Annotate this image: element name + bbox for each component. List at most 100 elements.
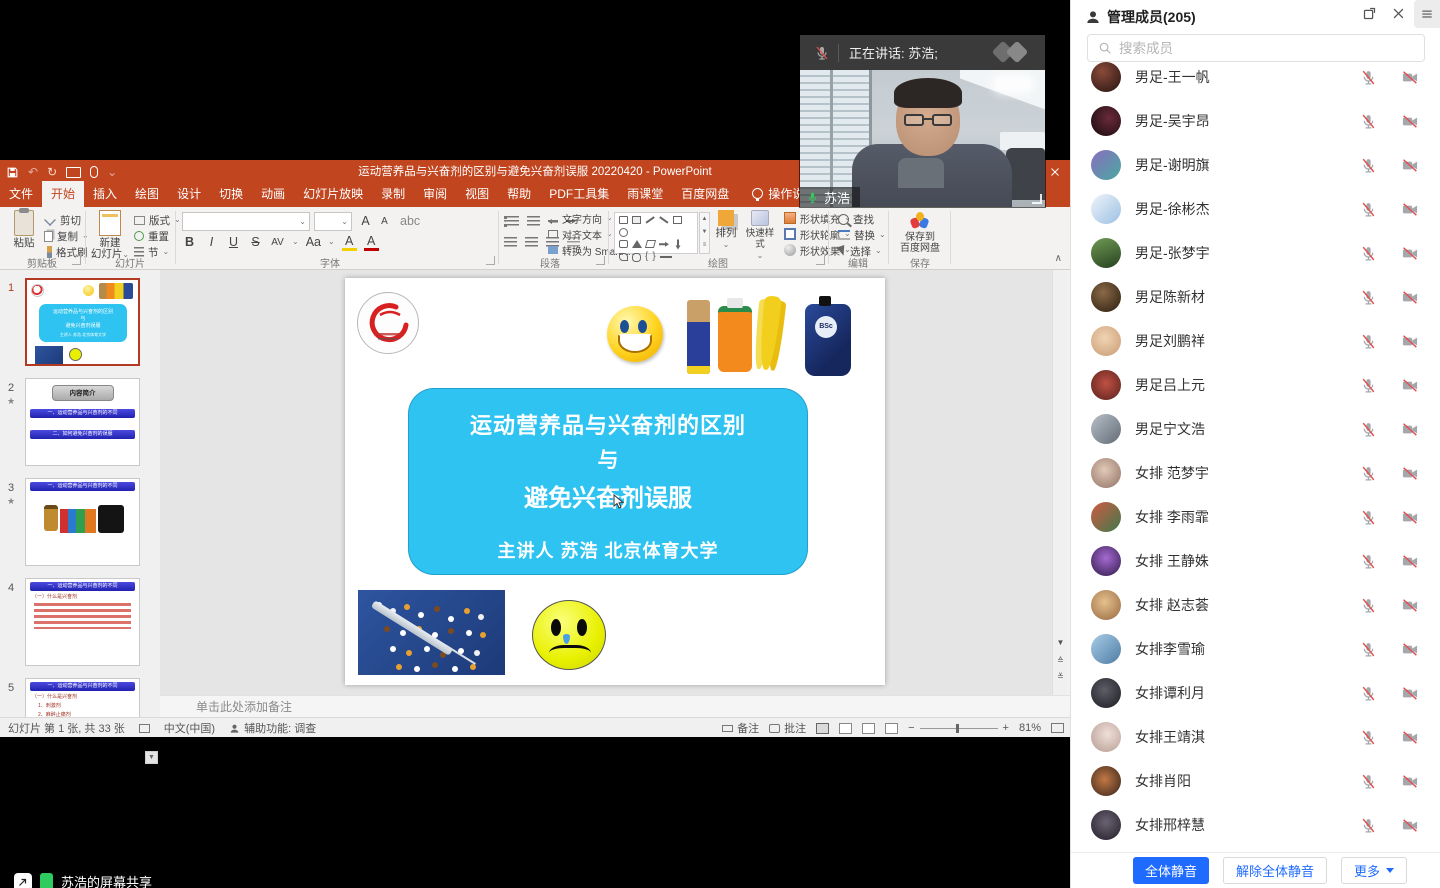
member-row[interactable]: 女排 赵志荟 (1071, 583, 1440, 627)
canvas-scrollbar[interactable]: ▼ ≙ ≚ (1052, 270, 1067, 717)
camera-off-icon[interactable] (1401, 377, 1419, 394)
slide-title-box[interactable]: 运动营养品与兴奋剂的区别 与 避免兴奋剂误服 主讲人 苏浩 北京体育大学 (408, 388, 808, 575)
find-button[interactable]: 查找 (838, 212, 874, 226)
slide-thumbnail-4[interactable]: 一、运动营养品与兴奋剂的不同 （一）什么是兴奋剂 (25, 578, 140, 666)
collapse-ribbon-button[interactable]: ∧ (1055, 253, 1062, 264)
mic-muted-icon[interactable] (1360, 377, 1377, 394)
member-row[interactable]: 男足陈新材 (1071, 275, 1440, 319)
tab-view[interactable]: 视图 (456, 181, 498, 207)
close-panel-icon[interactable] (1391, 6, 1406, 21)
screen-share-indicator[interactable]: 苏浩的屏幕共享 (14, 872, 152, 888)
tab-help[interactable]: 帮助 (498, 181, 540, 207)
tab-baidu-netdisk[interactable]: 百度网盘 (672, 181, 738, 207)
tab-record[interactable]: 录制 (372, 181, 414, 207)
zoom-slider[interactable]: − + (908, 722, 1009, 734)
mic-muted-icon[interactable] (1360, 553, 1377, 570)
mic-muted-icon[interactable] (1360, 685, 1377, 702)
slide-thumbnail-5[interactable]: 一、运动营养品与兴奋剂的不同 （一）什么是兴奋剂 1、刺激剂 2、麻醉止痛剂 (25, 678, 140, 717)
clear-formatting-button[interactable]: abc (400, 214, 420, 228)
align-center-icon[interactable] (525, 237, 538, 248)
tab-insert[interactable]: 插入 (84, 181, 126, 207)
language-indicator[interactable]: 中文(中国) (164, 720, 215, 736)
save-to-baidu-button[interactable]: 保存到 百度网盘 (898, 210, 942, 254)
previous-slide-button[interactable]: ≙ (1055, 656, 1066, 665)
slideshow-view-button[interactable] (885, 723, 898, 734)
popout-panel-icon[interactable] (1362, 6, 1377, 21)
overlay-resize-handle[interactable] (1032, 194, 1042, 204)
zoom-percentage[interactable]: 81% (1019, 722, 1041, 734)
replace-button[interactable]: 替换⌄ (838, 228, 886, 242)
shapes-gallery-scrollbar[interactable]: ▲▼≡ (699, 212, 710, 254)
numbering-icon[interactable] (527, 216, 540, 227)
camera-off-icon[interactable] (1401, 773, 1419, 790)
member-row[interactable]: 女排谭利月 (1071, 671, 1440, 715)
mic-muted-icon[interactable] (1360, 201, 1377, 218)
change-case-button[interactable]: Aa (306, 235, 321, 249)
mic-muted-icon[interactable] (1360, 289, 1377, 306)
camera-off-icon[interactable] (1401, 157, 1419, 174)
new-slide-button[interactable]: 新建 幻灯片⌄ (90, 210, 130, 254)
member-row[interactable]: 男足吕上元 (1071, 363, 1440, 407)
tab-pdf-tools[interactable]: PDF工具集 (540, 181, 618, 207)
mic-muted-icon[interactable] (1360, 113, 1377, 130)
member-row[interactable]: 男足刘鹏祥 (1071, 319, 1440, 363)
camera-off-icon[interactable] (1401, 817, 1419, 834)
camera-off-icon[interactable] (1401, 597, 1419, 614)
camera-off-icon[interactable] (1401, 421, 1419, 438)
bold-button[interactable]: B (182, 235, 197, 249)
tab-review[interactable]: 审阅 (414, 181, 456, 207)
tab-home[interactable]: 开始 (42, 181, 84, 207)
notes-pane[interactable]: 单击此处添加备注 (160, 695, 1070, 717)
reset-button[interactable]: 重置 (134, 229, 169, 243)
camera-off-icon[interactable] (1401, 69, 1419, 86)
mic-muted-icon[interactable] (1360, 69, 1377, 86)
camera-off-icon[interactable] (1401, 289, 1419, 306)
tab-yuketang[interactable]: 雨课堂 (618, 181, 672, 207)
slide-thumbnail-3[interactable]: 一、运动营养品与兴奋剂的不同 (25, 478, 140, 566)
shapes-gallery[interactable]: {} (614, 212, 698, 254)
character-spacing-button[interactable]: AV (270, 237, 285, 248)
tab-draw[interactable]: 绘图 (126, 181, 168, 207)
mute-all-button[interactable]: 全体静音 (1133, 857, 1209, 884)
bullets-icon[interactable] (504, 216, 519, 227)
member-row[interactable]: 女排肖阳 (1071, 759, 1440, 803)
camera-off-icon[interactable] (1401, 685, 1419, 702)
camera-off-icon[interactable] (1401, 245, 1419, 262)
copy-button[interactable]: 复制⌄ (44, 229, 89, 243)
theme-icon[interactable] (139, 724, 150, 733)
text-direction-button[interactable]: 文字方向⌄ (548, 211, 613, 225)
member-search[interactable] (1087, 34, 1425, 62)
member-row[interactable]: 男足-张梦宇 (1071, 231, 1440, 275)
mic-muted-icon[interactable] (1360, 421, 1377, 438)
align-text-button[interactable]: 对齐文本⌄ (548, 227, 613, 241)
font-size-select[interactable]: ⌄ (314, 212, 352, 231)
mic-muted-icon[interactable] (1360, 597, 1377, 614)
tab-design[interactable]: 设计 (168, 181, 210, 207)
font-dialog-launcher[interactable] (486, 256, 495, 265)
camera-off-icon[interactable] (1401, 113, 1419, 130)
member-row[interactable]: 男足-谢明旗 (1071, 143, 1440, 187)
mic-muted-icon[interactable] (1360, 729, 1377, 746)
tab-file[interactable]: 文件 (0, 181, 42, 207)
mic-muted-icon[interactable] (1360, 245, 1377, 262)
member-row[interactable]: 男足-吴宇昂 (1071, 99, 1440, 143)
font-color-button[interactable]: A (364, 234, 379, 251)
drawing-dialog-launcher[interactable] (816, 256, 825, 265)
tab-animations[interactable]: 动画 (252, 181, 294, 207)
member-row[interactable]: 男足-徐彬杰 (1071, 187, 1440, 231)
tab-slideshow[interactable]: 幻灯片放映 (294, 181, 372, 207)
italic-button[interactable]: I (204, 235, 219, 249)
camera-off-icon[interactable] (1401, 509, 1419, 526)
strikethrough-button[interactable]: S (248, 235, 263, 249)
clipboard-dialog-launcher[interactable] (72, 256, 81, 265)
mic-muted-icon[interactable] (1360, 817, 1377, 834)
member-row[interactable]: 女排邢梓慧 (1071, 803, 1440, 847)
reading-view-button[interactable] (862, 723, 875, 734)
font-name-select[interactable]: ⌄ (182, 212, 310, 231)
camera-off-icon[interactable] (1401, 201, 1419, 218)
camera-off-icon[interactable] (1401, 553, 1419, 570)
accessibility-status[interactable]: 辅助功能: 调查 (229, 720, 316, 736)
next-slide-button[interactable]: ≚ (1055, 672, 1066, 681)
slide-thumbnail-1[interactable]: 运动营养品与兴奋剂的区别 与 避免兴奋剂误服 主讲人 苏浩 北京体育大学 (25, 278, 140, 366)
tab-transitions[interactable]: 切换 (210, 181, 252, 207)
